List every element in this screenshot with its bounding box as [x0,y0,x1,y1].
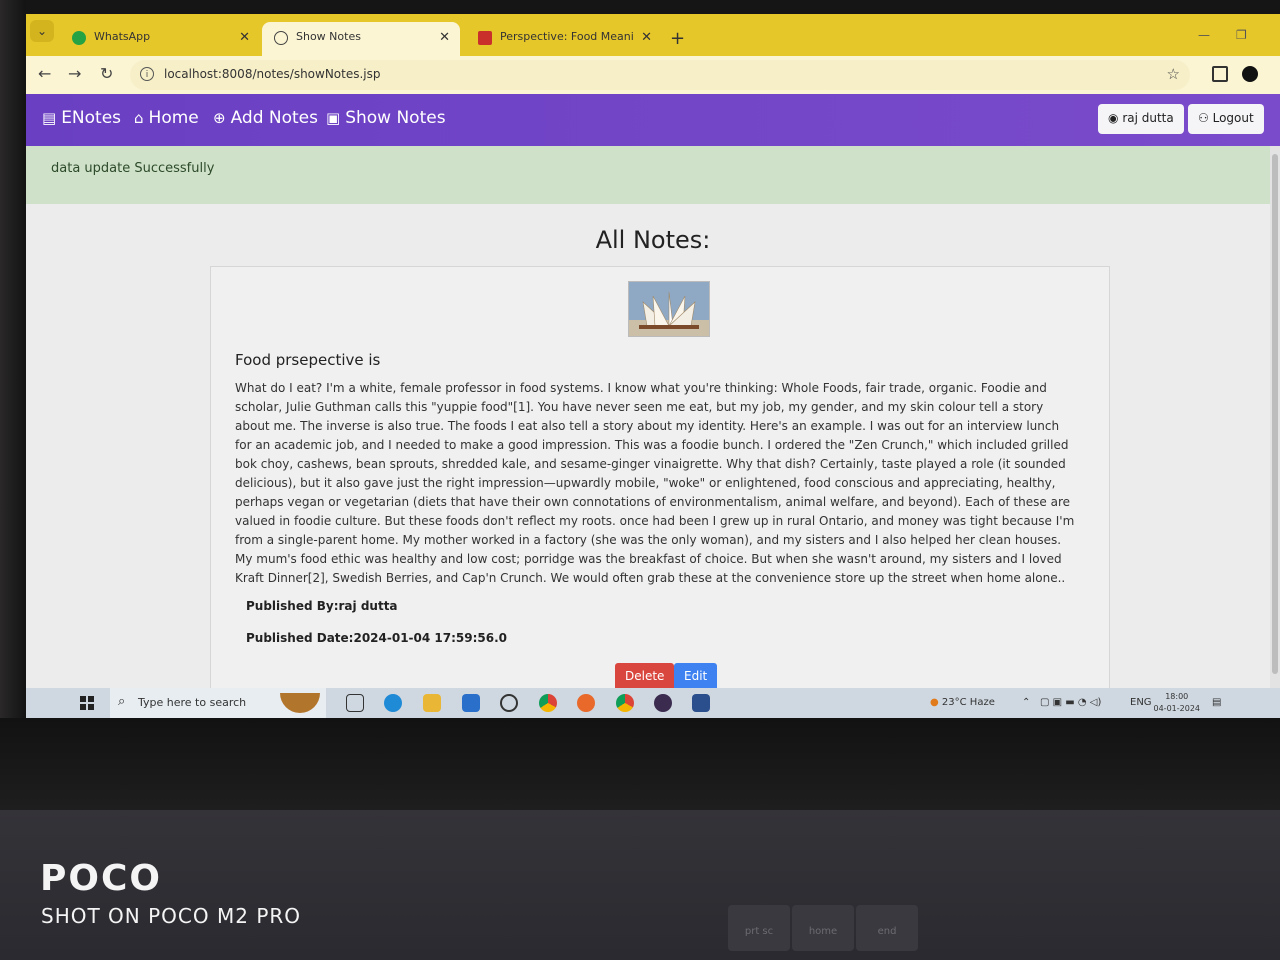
taskbar-search-box[interactable]: ⌕ Type here to search [110,688,326,718]
success-alert: data update Successfully [26,146,1280,204]
pdf-icon [478,31,492,45]
key-home: home [792,905,854,951]
delete-button[interactable]: Delete [615,663,675,691]
profile-avatar-icon[interactable] [1242,66,1258,82]
firefox-icon[interactable] [577,694,595,712]
nav-add-notes-label: Add Notes [230,108,318,128]
close-icon[interactable]: ✕ [641,30,652,45]
brand-label: ENotes [61,108,122,128]
note-body: What do I eat? I'm a white, female profe… [235,381,1075,585]
note-title: Food prsepective is [235,351,381,369]
main-content: All Notes: Food prsepective is What do I… [26,204,1280,706]
logout-label: Logout [1212,111,1254,125]
nav-add-notes[interactable]: ⊕ Add Notes [213,108,318,128]
nav-home[interactable]: ⌂ Home [134,108,199,128]
address-bar[interactable]: i localhost:8008/notes/showNotes.jsp ☆ [130,60,1190,90]
published-by: Published By:raj dutta [246,599,398,613]
user-minus-icon: ⚇ [1198,111,1209,125]
open-book-image [629,282,709,336]
taskbar-clock[interactable]: 18:00 04-01-2024 [1154,691,1201,715]
tab-label: Show Notes [296,30,361,43]
laptop-keyboard [0,810,1280,960]
reload-icon[interactable]: ↻ [100,64,113,83]
maximize-icon[interactable]: ❐ [1236,28,1247,42]
side-panel-icon[interactable] [1212,66,1228,82]
whatsapp-icon [72,31,86,45]
watermark-brand: POCO [40,858,163,899]
tray-icons[interactable]: ▢ ▣ ▬ ◔ ◁) [1040,697,1101,708]
tab-show-notes[interactable]: Show Notes ✕ [262,22,460,56]
windows-start-icon[interactable] [80,696,94,710]
key-prtsc: prt sc [728,905,790,951]
edit-button[interactable]: Edit [674,663,718,691]
book-icon: ▤ [42,109,57,127]
scrollbar-thumb[interactable] [1272,154,1278,674]
minimize-icon[interactable]: — [1198,28,1210,42]
weather-widget[interactable]: ● 23°C Haze [930,697,995,708]
file-explorer-icon[interactable] [423,694,441,712]
laptop-bezel-left [0,0,26,800]
weather-text: 23°C Haze [941,697,995,708]
edge-icon[interactable] [384,694,402,712]
logout-button[interactable]: ⚇ Logout [1188,104,1264,134]
browser-toolbar: ← → ↻ i localhost:8008/notes/showNotes.j… [26,56,1280,94]
mail-icon[interactable] [462,694,480,712]
globe-icon [274,31,288,45]
watermark-caption: SHOT ON POCO M2 PRO [41,904,302,928]
search-placeholder: Type here to search [138,696,247,709]
dell-icon[interactable] [500,694,518,712]
task-view-icon[interactable] [346,694,364,712]
site-info-icon[interactable]: i [140,67,154,81]
search-icon: ⌕ [118,694,126,709]
notes-icon: ▣ [326,109,341,127]
nav-show-notes[interactable]: ▣ Show Notes [326,108,446,128]
laptop-screen: ⌄ WhatsApp ✕ Show Notes ✕ Perspective: F… [26,14,1280,718]
key-end: end [856,905,918,951]
note-card: Food prsepective is What do I eat? I'm a… [210,266,1110,706]
clock-time: 18:00 [1165,692,1189,701]
brand-link[interactable]: ▤ ENotes [42,108,121,128]
laptop-bezel-top [0,0,1280,14]
windows-taskbar: ⌕ Type here to search ● 23°C Haze ⌃ ▢ ▣ … [26,688,1280,718]
laptop-bezel-bottom [0,718,1280,810]
tab-search-button[interactable]: ⌄ [30,20,54,42]
tab-label: Perspective: Food Meanings – F [500,30,634,43]
home-icon: ⌂ [134,109,144,127]
chrome-icon[interactable] [539,694,557,712]
chrome-profile-icon[interactable] [616,694,634,712]
user-name: raj dutta [1122,111,1174,125]
back-icon[interactable]: ← [38,64,51,83]
note-image [628,281,710,337]
alert-text: data update Successfully [51,161,215,176]
bookmark-star-icon[interactable]: ☆ [1167,65,1180,83]
close-icon[interactable]: ✕ [239,30,250,45]
food-bowl-icon [280,693,320,713]
nav-show-notes-label: Show Notes [345,108,446,128]
eclipse-icon[interactable] [654,694,672,712]
plus-circle-icon: ⊕ [213,109,226,127]
page-title: All Notes: [595,226,711,254]
url-text[interactable]: localhost:8008/notes/showNotes.jsp [164,67,381,81]
tab-whatsapp[interactable]: WhatsApp ✕ [60,22,260,56]
nav-home-label: Home [148,108,199,128]
weather-icon: ● [930,697,939,708]
tray-chevron-icon[interactable]: ⌃ [1022,697,1030,708]
close-icon[interactable]: ✕ [439,30,450,45]
user-button[interactable]: ◉ raj dutta [1098,104,1184,134]
notification-icon[interactable]: ▤ [1212,697,1221,708]
clock-date: 04-01-2024 [1153,704,1201,713]
new-tab-button[interactable]: + [670,28,685,49]
published-date: Published Date:2024-01-04 17:59:56.0 [246,631,508,645]
browser-tab-strip: ⌄ WhatsApp ✕ Show Notes ✕ Perspective: F… [26,14,1280,56]
tab-perspective[interactable]: Perspective: Food Meanings – F ✕ [466,22,662,56]
language-indicator[interactable]: ENG [1130,697,1152,708]
forward-icon[interactable]: → [68,64,81,83]
app-navbar: ▤ ENotes ⌂ Home ⊕ Add Notes ▣ Show Notes ◉ r… [26,94,1280,146]
tab-label: WhatsApp [94,30,151,43]
user-circle-icon: ◉ [1108,111,1119,125]
app-icon[interactable] [692,694,710,712]
